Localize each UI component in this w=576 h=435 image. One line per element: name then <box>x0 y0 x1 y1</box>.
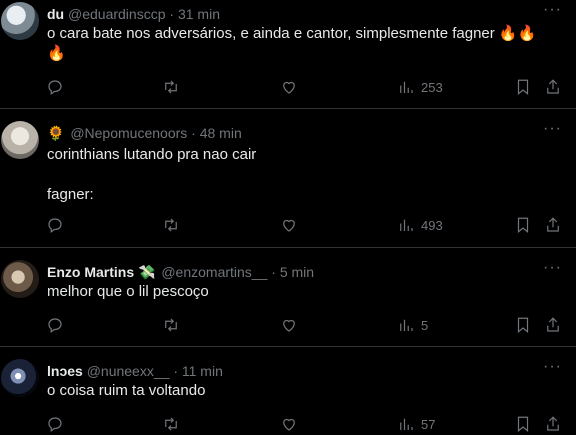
tweet[interactable]: lnɔes @nuneexx__ · 11 min ··· o coisa ru… <box>0 359 576 435</box>
action-bar: 5 <box>0 316 576 336</box>
bar-chart-icon <box>400 81 413 93</box>
display-name[interactable]: du <box>47 6 64 22</box>
more-options-button[interactable]: ··· <box>543 2 562 18</box>
share-icon <box>547 317 559 332</box>
user-handle[interactable]: @eduardinsccp <box>68 6 166 22</box>
tweet-text: corinthians lutando pra nao cair fagner: <box>47 146 257 203</box>
separator: · <box>271 264 276 280</box>
reply-icon <box>48 80 62 95</box>
avatar[interactable] <box>1 2 39 40</box>
retweet-icon <box>165 417 177 431</box>
timestamp[interactable]: 11 min <box>182 363 223 379</box>
heart-icon <box>283 418 295 431</box>
reply-button[interactable] <box>46 216 64 234</box>
divider <box>0 346 576 347</box>
avatar[interactable] <box>1 121 39 159</box>
tweet-text: o coisa ruim ta voltando <box>47 382 206 399</box>
divider <box>0 108 576 109</box>
retweet-button[interactable] <box>162 316 180 334</box>
reply-button[interactable] <box>46 316 64 334</box>
separator: · <box>191 125 196 141</box>
share-icon <box>547 416 559 431</box>
separator: · <box>173 363 178 379</box>
tweet-text: o cara bate nos adversários, e ainda e c… <box>47 25 537 62</box>
tweet[interactable]: du @eduardinsccp · 31 min ··· o cara bat… <box>0 2 576 102</box>
views-button[interactable]: 253 <box>397 78 443 96</box>
display-name[interactable]: lnɔes <box>47 363 83 379</box>
divider <box>0 247 576 248</box>
tweet-header: du @eduardinsccp · 31 min <box>47 6 220 22</box>
reply-button[interactable] <box>46 415 64 433</box>
heart-icon <box>283 81 295 94</box>
share-icon <box>547 217 559 232</box>
retweet-button[interactable] <box>162 216 180 234</box>
more-options-button[interactable]: ··· <box>543 359 562 375</box>
action-bar: 253 <box>0 78 576 98</box>
tweet[interactable]: Enzo Martins 💸 @enzomartins__ · 5 min ··… <box>0 260 576 340</box>
heart-icon <box>283 319 295 332</box>
like-button[interactable] <box>280 216 298 234</box>
share-button[interactable] <box>544 415 562 433</box>
bookmark-icon <box>517 416 529 433</box>
share-button[interactable] <box>544 216 562 234</box>
share-icon <box>547 79 559 94</box>
bookmark-button[interactable] <box>514 415 532 433</box>
view-count: 57 <box>421 416 436 432</box>
timestamp[interactable]: 48 min <box>200 125 242 141</box>
view-count: 493 <box>421 217 443 233</box>
reply-icon <box>48 218 62 233</box>
reply-icon <box>48 318 62 333</box>
more-options-button[interactable]: ··· <box>543 260 562 276</box>
timestamp[interactable]: 31 min <box>178 6 220 22</box>
like-button[interactable] <box>280 415 298 433</box>
views-button[interactable]: 493 <box>397 216 443 234</box>
tweet[interactable]: 🌻 @Nepomucenoors · 48 min ··· corinthian… <box>0 121 576 239</box>
view-count: 5 <box>421 317 429 333</box>
like-button[interactable] <box>280 78 298 96</box>
bookmark-icon <box>517 317 529 334</box>
avatar[interactable] <box>1 260 39 298</box>
action-bar: 57 <box>0 415 576 435</box>
bookmark-button[interactable] <box>514 78 532 96</box>
tweet-header: Enzo Martins 💸 @enzomartins__ · 5 min <box>47 264 314 280</box>
bookmark-button[interactable] <box>514 316 532 334</box>
bookmark-icon <box>517 79 529 96</box>
action-bar: 493 <box>0 216 576 236</box>
separator: · <box>169 6 175 22</box>
bookmark-button[interactable] <box>514 216 532 234</box>
retweet-icon <box>165 218 177 232</box>
more-options-button[interactable]: ··· <box>543 121 562 137</box>
heart-icon <box>283 219 295 232</box>
sunflower-emoji: 🌻 <box>47 125 65 141</box>
share-button[interactable] <box>544 316 562 334</box>
bar-chart-icon <box>400 319 413 331</box>
tweet-header: 🌻 @Nepomucenoors · 48 min <box>47 125 242 141</box>
reply-button[interactable] <box>46 78 64 96</box>
bookmark-icon <box>517 217 529 234</box>
reply-icon <box>48 417 62 432</box>
retweet-icon <box>165 80 177 94</box>
display-name[interactable]: Enzo Martins <box>47 264 134 280</box>
timeline-feed: du @eduardinsccp · 31 min ··· o cara bat… <box>0 0 576 435</box>
avatar[interactable] <box>1 359 39 397</box>
views-button[interactable]: 57 <box>397 415 435 433</box>
views-button[interactable]: 5 <box>397 316 428 334</box>
view-count: 253 <box>421 79 443 95</box>
bar-chart-icon <box>400 418 413 430</box>
retweet-button[interactable] <box>162 415 180 433</box>
retweet-button[interactable] <box>162 78 180 96</box>
tweet-header: lnɔes @nuneexx__ · 11 min <box>47 363 223 379</box>
share-button[interactable] <box>544 78 562 96</box>
retweet-icon <box>165 318 177 332</box>
user-handle[interactable]: @enzomartins__ <box>161 264 267 280</box>
user-handle[interactable]: @nuneexx__ <box>87 363 170 379</box>
timestamp[interactable]: 5 min <box>280 264 314 280</box>
like-button[interactable] <box>280 316 298 334</box>
bar-chart-icon <box>400 219 413 231</box>
tweet-text: melhor que o lil pescoço <box>47 283 209 300</box>
user-handle[interactable]: @Nepomucenoors <box>70 125 187 141</box>
money-emoji: 💸 <box>138 264 156 280</box>
